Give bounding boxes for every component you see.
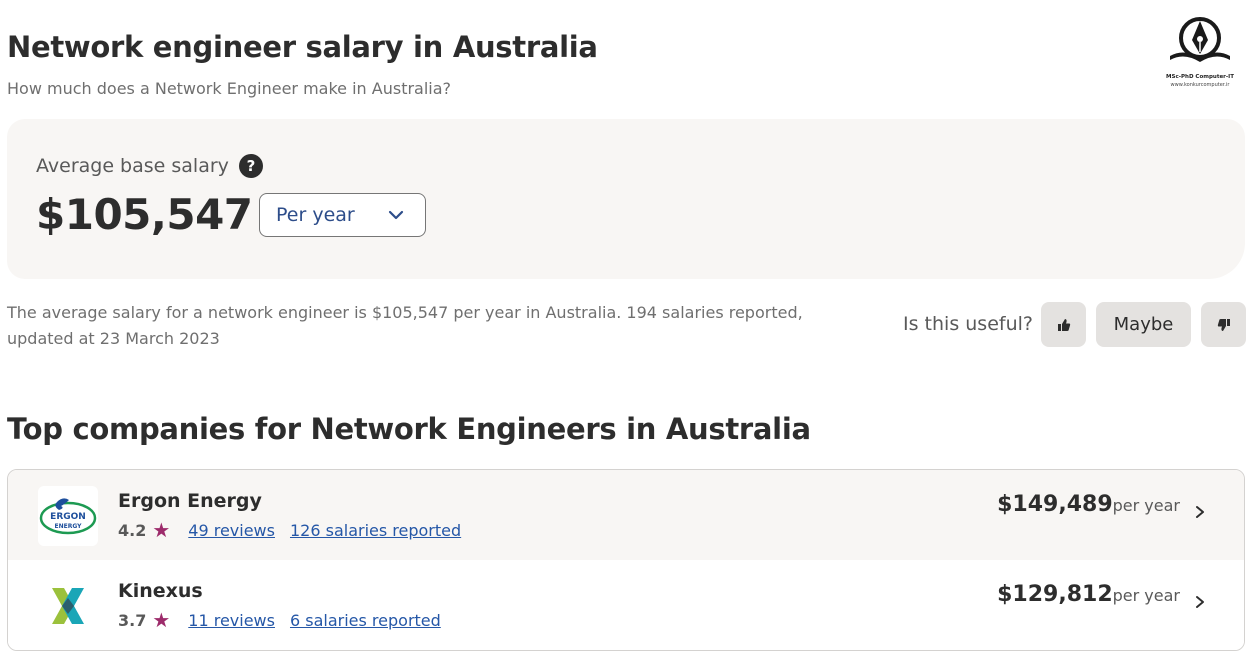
maybe-button[interactable]: Maybe [1096, 302, 1191, 347]
ergon-energy-logo: ERGON ENERGY [38, 486, 98, 546]
star-icon: ★ [152, 518, 171, 542]
feedback-question: Is this useful? [903, 313, 1033, 335]
logo-url: www.konkurcomputer.ir [1170, 82, 1230, 88]
ergon-logo-text-2: ENERGY [55, 523, 83, 530]
average-salary-amount: $105,547 [36, 190, 253, 239]
thumbs-down-icon [1217, 318, 1230, 331]
chevron-right-icon[interactable] [1192, 594, 1208, 610]
salary-summary: The average salary for a network enginee… [7, 303, 803, 348]
kinexus-logo [38, 576, 98, 636]
company-salary: $149,489 per year [997, 492, 1180, 517]
company-row-kinexus[interactable]: Kinexus 3.7 ★ 11 reviews 6 salaries repo… [8, 560, 1244, 650]
company-rating: 3.7 [118, 610, 147, 630]
company-meta: 4.2 ★ 49 reviews 126 salaries reported [118, 520, 476, 540]
thumbs-up-icon [1057, 318, 1070, 331]
company-salary: $129,812 per year [997, 582, 1180, 607]
star-icon: ★ [152, 608, 171, 632]
thumbs-up-button[interactable] [1041, 302, 1086, 347]
chevron-down-icon [388, 210, 404, 220]
top-companies-title: Top companies for Network Engineers in A… [7, 412, 811, 446]
help-icon[interactable]: ? [238, 154, 263, 178]
company-salary-period: per year [1112, 496, 1180, 515]
average-salary-label-text: Average base salary [36, 155, 229, 177]
ergon-logo-text-1: ERGON [50, 512, 86, 522]
reviews-link[interactable]: 11 reviews [188, 611, 275, 630]
period-select-value: Per year [276, 204, 355, 226]
logo-name: MSc-PhD Computer-IT [1166, 74, 1234, 80]
salaries-link[interactable]: 6 salaries reported [290, 611, 441, 630]
company-meta: 3.7 ★ 11 reviews 6 salaries reported [118, 610, 456, 630]
thumbs-down-button[interactable] [1201, 302, 1246, 347]
company-salary-period: per year [1112, 586, 1180, 605]
company-name[interactable]: Kinexus [118, 580, 203, 602]
company-salary-amount: $129,812 [997, 582, 1113, 607]
chevron-right-icon[interactable] [1192, 504, 1208, 520]
companies-list: ERGON ENERGY Ergon Energy 4.2 ★ 49 revie… [7, 469, 1245, 651]
average-salary-label: Average base salary ? [36, 154, 263, 178]
company-row-ergon-energy[interactable]: ERGON ENERGY Ergon Energy 4.2 ★ 49 revie… [8, 470, 1244, 560]
company-rating: 4.2 [118, 520, 147, 540]
page-title: Network engineer salary in Australia [7, 30, 598, 64]
reviews-link[interactable]: 49 reviews [188, 521, 275, 540]
page-subtitle: How much does a Network Engineer make in… [7, 79, 452, 98]
period-select[interactable]: Per year [259, 193, 426, 237]
salaries-link[interactable]: 126 salaries reported [290, 521, 461, 540]
site-logo[interactable]: MSc-PhD Computer-IT www.konkurcomputer.i… [1164, 12, 1236, 92]
pen-nib-book-icon [1170, 17, 1230, 62]
company-salary-amount: $149,489 [997, 492, 1113, 517]
company-name[interactable]: Ergon Energy [118, 490, 262, 512]
salary-card: Average base salary ? $105,547 Per year [7, 119, 1245, 279]
